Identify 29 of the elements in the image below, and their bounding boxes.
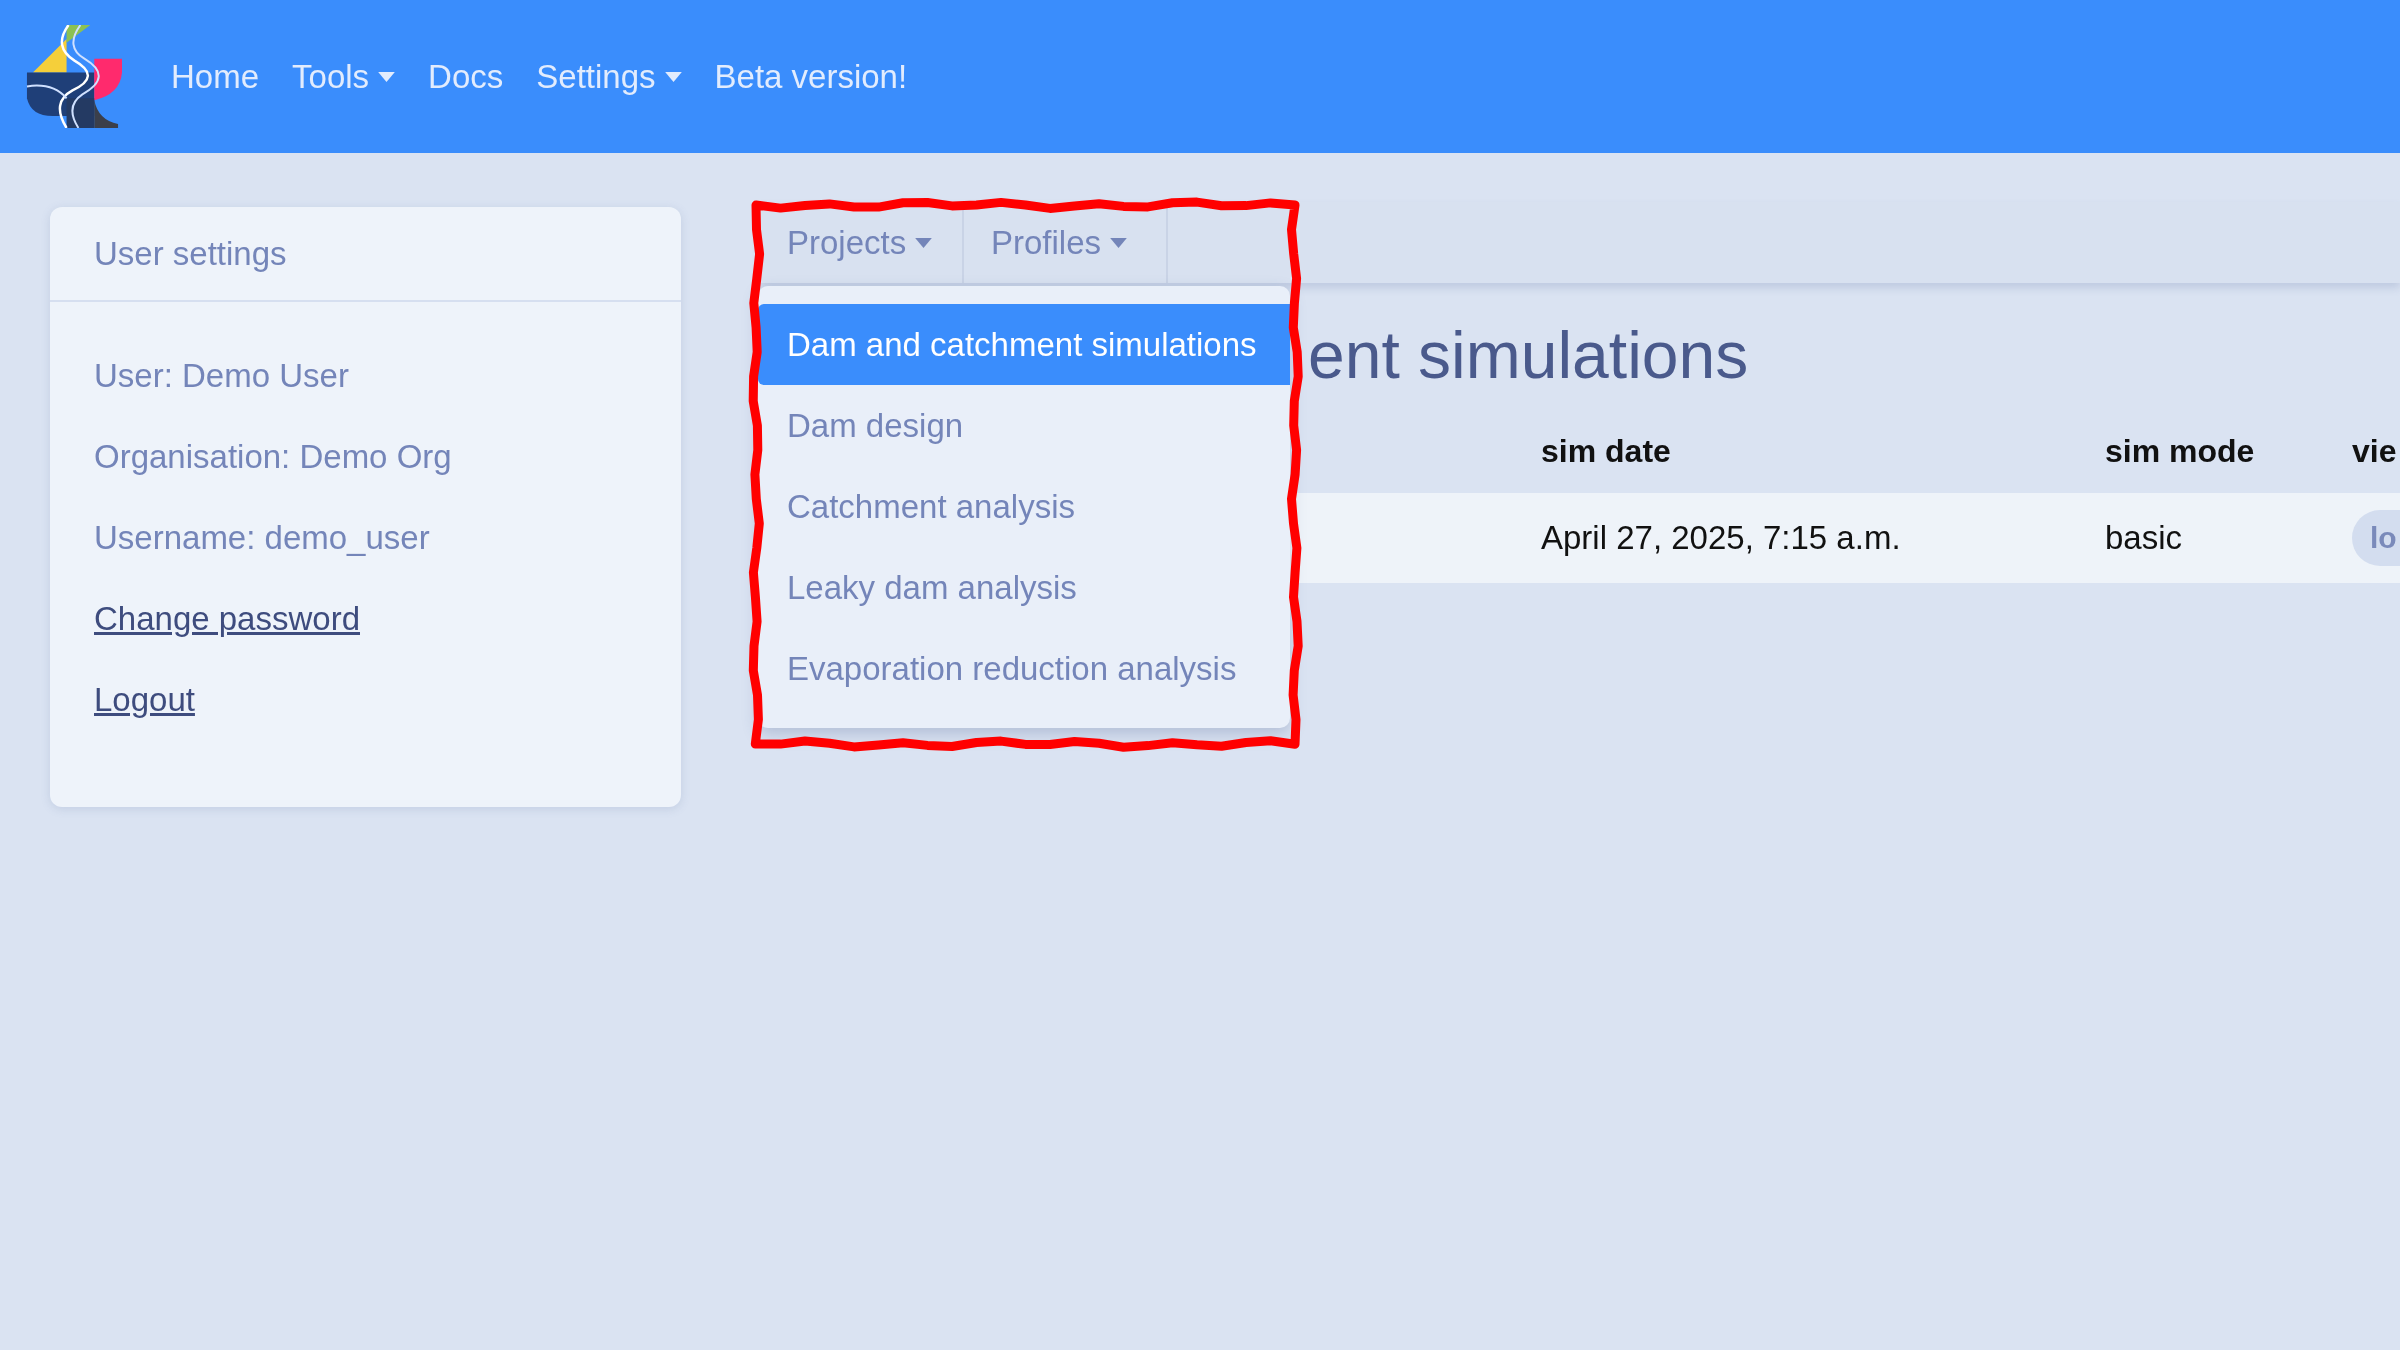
menu-item[interactable]: Dam and catchment simulations — [758, 304, 1290, 385]
menu-item[interactable]: Dam design — [758, 385, 1290, 466]
table-cell: basic — [2105, 519, 2183, 557]
column-header: sim mode — [2105, 433, 2255, 470]
info-text: Organisation: Demo Org — [94, 437, 452, 477]
caret-icon — [1110, 237, 1128, 248]
page-heading: ent simulations — [1308, 317, 1750, 394]
caret-icon — [378, 71, 396, 82]
table-cell: April 27, 2025, 7:15 a.m. — [1541, 519, 1901, 557]
info-text: User: Demo User — [94, 356, 349, 396]
tab[interactable]: Projects — [760, 202, 964, 283]
menu-item[interactable]: Catchment analysis — [758, 466, 1290, 547]
account-link[interactable]: Logout — [94, 680, 195, 720]
column-header: vie — [2352, 433, 2397, 470]
menu-item[interactable]: Evaporation reduction analysis — [758, 628, 1290, 709]
row-action-button[interactable]: lo — [2352, 510, 2400, 566]
menu-item[interactable]: Leaky dam analysis — [758, 547, 1290, 628]
caret-icon — [664, 71, 682, 82]
nav-dropdown[interactable]: Settings — [536, 56, 682, 97]
nav-link[interactable]: Home — [171, 56, 260, 97]
card-title: User settings — [94, 233, 287, 274]
caret-icon — [915, 237, 933, 248]
tab[interactable]: Profiles — [964, 202, 1168, 283]
column-header: sim date — [1541, 433, 1671, 470]
nav-link[interactable]: Beta version! — [714, 56, 908, 97]
info-text: Username: demo_user — [94, 518, 430, 558]
nav-dropdown[interactable]: Tools — [292, 56, 396, 97]
nav-link[interactable]: Docs — [428, 56, 504, 97]
account-link[interactable]: Change password — [94, 599, 360, 639]
